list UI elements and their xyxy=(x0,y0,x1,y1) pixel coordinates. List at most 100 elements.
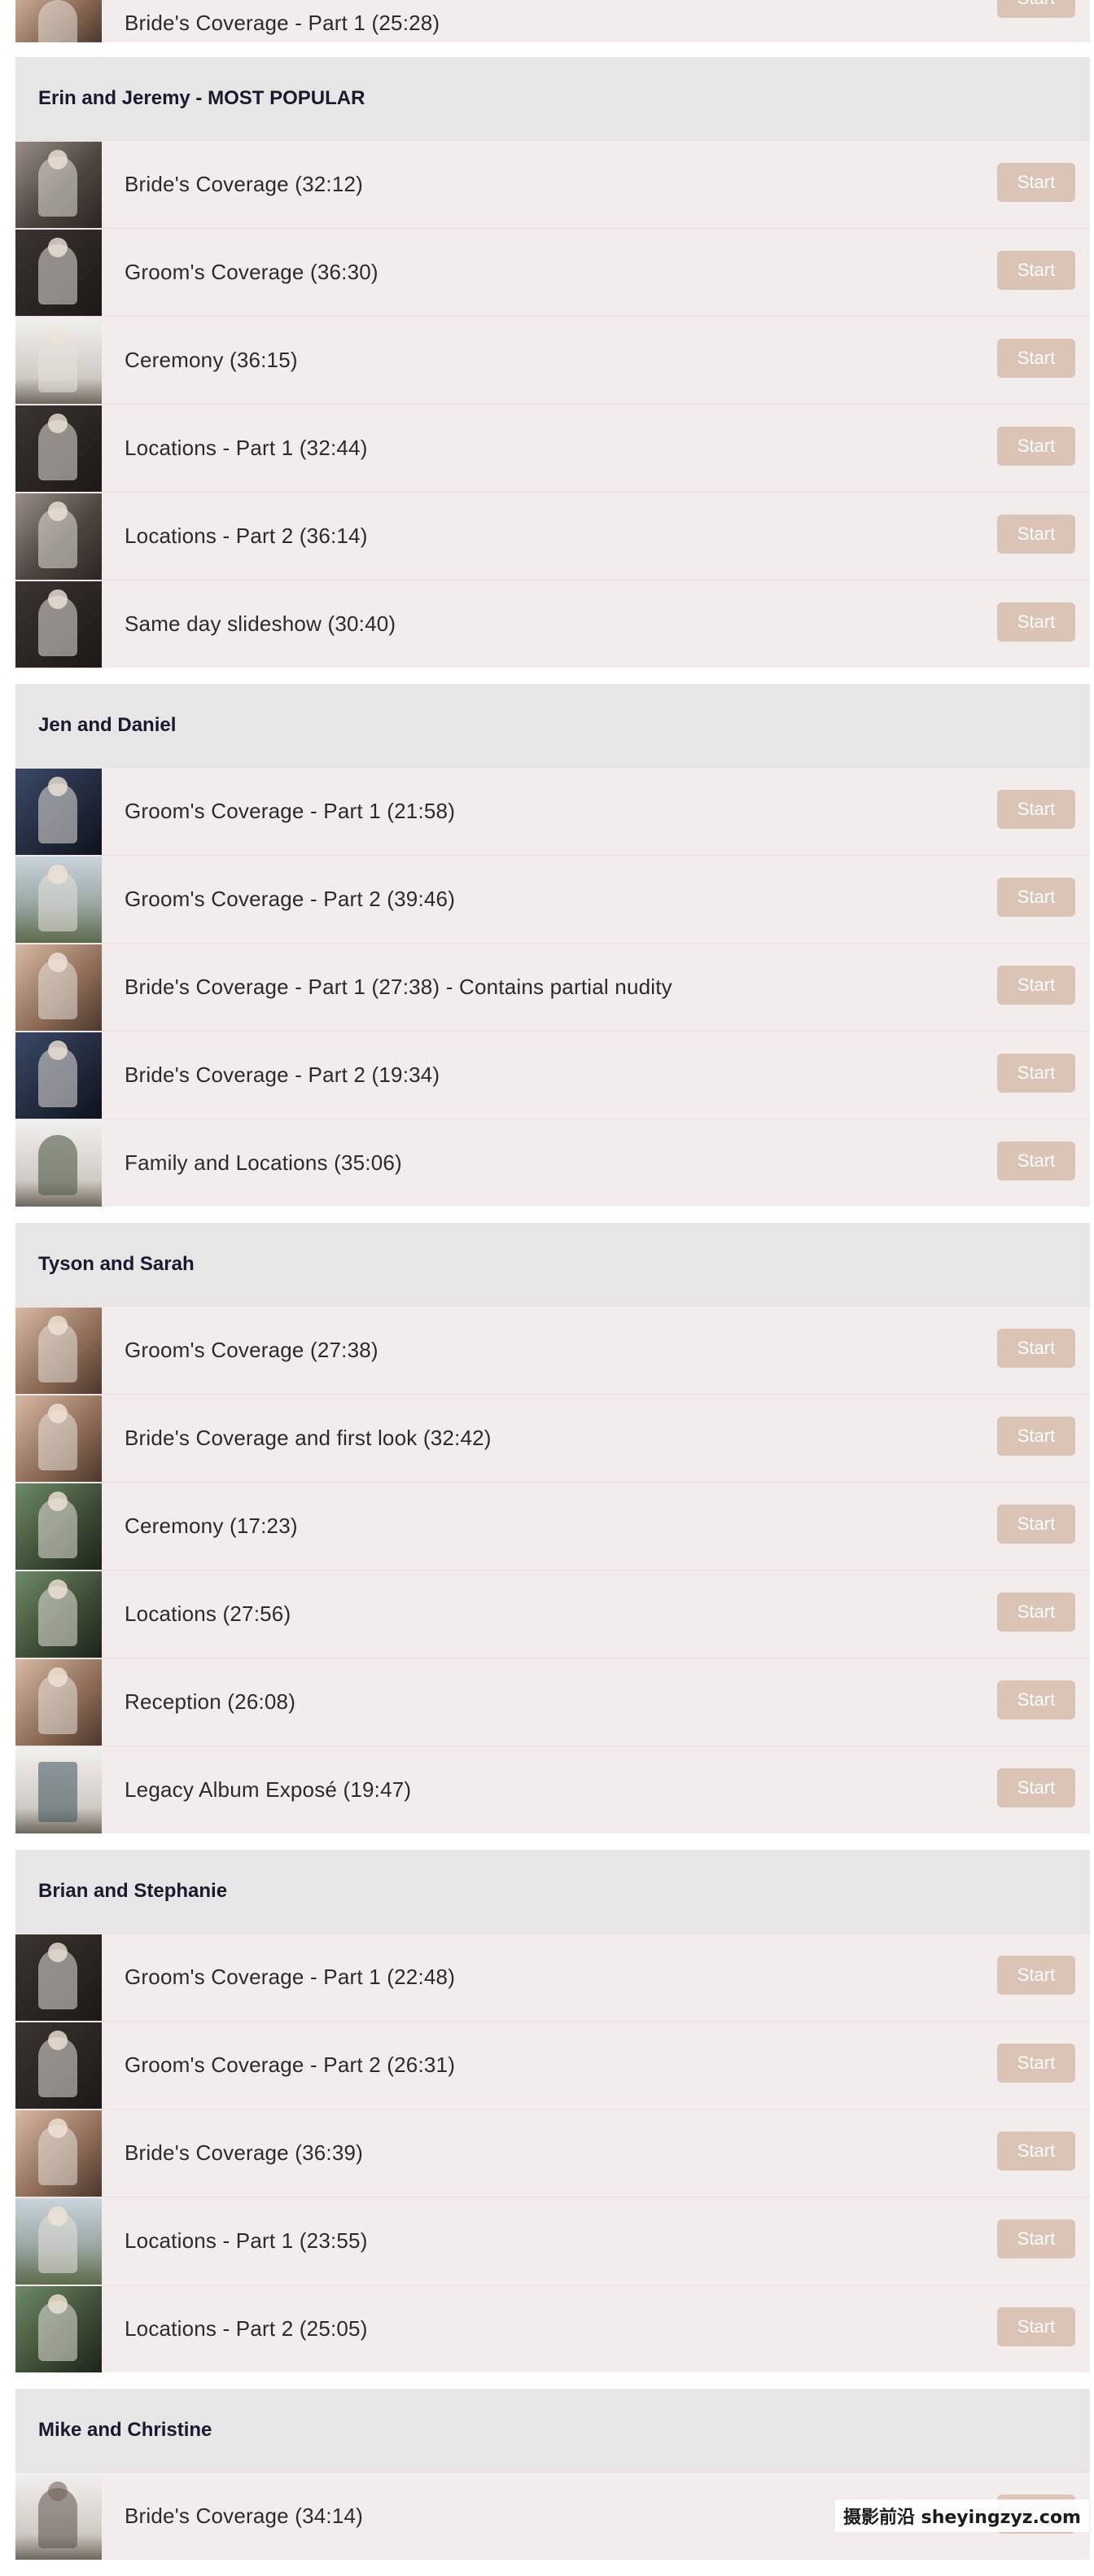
video-thumbnail[interactable] xyxy=(15,1032,102,1119)
video-thumbnail[interactable] xyxy=(15,1483,102,1570)
start-button[interactable]: Start xyxy=(997,163,1075,202)
start-button[interactable]: Start xyxy=(997,1417,1075,1456)
start-button[interactable]: Start xyxy=(997,339,1075,378)
video-row[interactable]: Same day slideshow (30:40) Start xyxy=(15,580,1090,668)
start-button[interactable]: Start xyxy=(997,1505,1075,1544)
video-row[interactable]: Locations - Part 2 (36:14) Start xyxy=(15,492,1090,580)
video-title[interactable]: Locations - Part 1 (32:44) xyxy=(125,436,1090,461)
video-thumbnail[interactable] xyxy=(15,2022,102,2109)
video-title[interactable]: Same day slideshow (30:40) xyxy=(125,611,1090,637)
start-button[interactable]: Start xyxy=(997,1141,1075,1181)
video-title[interactable]: Reception (26:08) xyxy=(125,1689,1090,1715)
video-title[interactable]: Bride's Coverage (36:39) xyxy=(125,2140,1090,2166)
video-title[interactable]: Groom's Coverage - Part 2 (39:46) xyxy=(125,887,1090,912)
start-button[interactable]: Start xyxy=(997,515,1075,554)
video-row[interactable]: Groom's Coverage (36:30) Start xyxy=(15,228,1090,316)
start-button[interactable]: Start xyxy=(997,1680,1075,1720)
video-title[interactable]: Groom's Coverage (36:30) xyxy=(125,260,1090,285)
video-thumbnail[interactable] xyxy=(15,0,102,42)
video-title[interactable]: Ceremony (17:23) xyxy=(125,1514,1090,1539)
video-thumbnail[interactable] xyxy=(15,229,102,316)
video-thumbnail[interactable] xyxy=(15,493,102,580)
start-button[interactable]: Start xyxy=(997,2219,1075,2258)
video-row[interactable]: Groom's Coverage - Part 1 (22:48) Start xyxy=(15,1933,1090,2021)
start-button[interactable]: Start xyxy=(997,1329,1075,1368)
video-thumbnail[interactable] xyxy=(15,2109,102,2197)
video-title[interactable]: Groom's Coverage - Part 2 (26:31) xyxy=(125,2052,1090,2078)
video-thumbnail[interactable] xyxy=(15,1395,102,1482)
video-list: Bride's Coverage - Part 1 (25:28) Start … xyxy=(15,0,1090,2576)
video-title[interactable]: Bride's Coverage - Part 1 (25:28) xyxy=(125,11,1090,36)
video-row[interactable]: Ceremony (36:15) Start xyxy=(15,316,1090,404)
start-button[interactable]: Start xyxy=(997,2044,1075,2083)
video-row[interactable]: Bride's Coverage (36:39) Start xyxy=(15,2109,1090,2197)
video-row[interactable]: Locations (27:56) Start xyxy=(15,1570,1090,1658)
section-title: Mike and Christine xyxy=(15,2389,1090,2472)
watermark: 摄影前沿 sheyingzyz.com xyxy=(834,2499,1089,2532)
video-row[interactable]: Groom's Coverage - Part 2 (39:46) Start xyxy=(15,855,1090,943)
video-title[interactable]: Bride's Coverage (32:12) xyxy=(125,172,1090,197)
video-title[interactable]: Locations - Part 1 (23:55) xyxy=(125,2228,1090,2254)
video-title[interactable]: Locations - Part 2 (36:14) xyxy=(125,524,1090,549)
video-thumbnail[interactable] xyxy=(15,856,102,943)
video-title[interactable]: Family and Locations (35:06) xyxy=(125,1150,1090,1176)
section-previous: Bride's Coverage - Part 1 (25:28) Start xyxy=(15,0,1090,42)
video-thumbnail[interactable] xyxy=(15,1658,102,1746)
start-button[interactable]: Start xyxy=(997,790,1075,829)
start-button[interactable]: Start xyxy=(997,966,1075,1005)
start-button[interactable]: Start xyxy=(997,1592,1075,1632)
video-row[interactable]: Ceremony (17:23) Start xyxy=(15,1482,1090,1570)
start-button[interactable]: Start xyxy=(997,0,1075,18)
video-row[interactable]: Groom's Coverage - Part 1 (21:58) Start xyxy=(15,767,1090,855)
video-thumbnail[interactable] xyxy=(15,2197,102,2285)
section-mike-and-christine: Mike and Christine Bride's Coverage (34:… xyxy=(15,2389,1090,2560)
video-title[interactable]: Groom's Coverage - Part 1 (21:58) xyxy=(125,799,1090,824)
video-row[interactable]: Bride's Coverage (32:12) Start xyxy=(15,140,1090,228)
video-thumbnail[interactable] xyxy=(15,1934,102,2021)
video-title[interactable]: Groom's Coverage (27:38) xyxy=(125,1338,1090,1363)
video-row[interactable]: Locations - Part 1 (32:44) Start xyxy=(15,404,1090,492)
video-thumbnail[interactable] xyxy=(15,1119,102,1207)
video-row[interactable]: Bride's Coverage - Part 2 (19:34) Start xyxy=(15,1031,1090,1119)
start-button[interactable]: Start xyxy=(997,1768,1075,1807)
video-title[interactable]: Locations - Part 2 (25:05) xyxy=(125,2316,1090,2342)
video-thumbnail[interactable] xyxy=(15,141,102,228)
video-row[interactable]: Bride's Coverage - Part 1 (25:28) Start xyxy=(15,0,1090,42)
start-button[interactable]: Start xyxy=(997,878,1075,917)
video-row[interactable]: Bride's Coverage and first look (32:42) … xyxy=(15,1394,1090,1482)
start-button[interactable]: Start xyxy=(997,1956,1075,1995)
video-thumbnail[interactable] xyxy=(15,405,102,492)
video-thumbnail[interactable] xyxy=(15,317,102,404)
section-title: Brian and Stephanie xyxy=(15,1850,1090,1933)
video-title[interactable]: Legacy Album Exposé (19:47) xyxy=(125,1777,1090,1803)
start-button[interactable]: Start xyxy=(997,2131,1075,2171)
video-row[interactable]: Reception (26:08) Start xyxy=(15,1658,1090,1746)
video-thumbnail[interactable] xyxy=(15,1307,102,1394)
video-title[interactable]: Bride's Coverage - Part 2 (19:34) xyxy=(125,1062,1090,1088)
video-thumbnail[interactable] xyxy=(15,2285,102,2372)
video-row[interactable]: Groom's Coverage (27:38) Start xyxy=(15,1306,1090,1394)
section-title: Jen and Daniel xyxy=(15,684,1090,767)
start-button[interactable]: Start xyxy=(997,602,1075,642)
video-title[interactable]: Locations (27:56) xyxy=(125,1601,1090,1627)
start-button[interactable]: Start xyxy=(997,427,1075,466)
video-title[interactable]: Ceremony (36:15) xyxy=(125,348,1090,373)
video-title[interactable]: Bride's Coverage - Part 1 (27:38) - Cont… xyxy=(125,975,1090,1000)
video-row[interactable]: Groom's Coverage - Part 2 (26:31) Start xyxy=(15,2021,1090,2109)
video-row[interactable]: Locations - Part 1 (23:55) Start xyxy=(15,2197,1090,2285)
video-title[interactable]: Bride's Coverage and first look (32:42) xyxy=(125,1426,1090,1451)
video-thumbnail[interactable] xyxy=(15,2473,102,2560)
video-row[interactable]: Legacy Album Exposé (19:47) Start xyxy=(15,1746,1090,1833)
start-button[interactable]: Start xyxy=(997,251,1075,290)
video-thumbnail[interactable] xyxy=(15,1571,102,1658)
video-title[interactable]: Groom's Coverage - Part 1 (22:48) xyxy=(125,1965,1090,1990)
start-button[interactable]: Start xyxy=(997,2307,1075,2346)
video-row[interactable]: Family and Locations (35:06) Start xyxy=(15,1119,1090,1207)
start-button[interactable]: Start xyxy=(997,1054,1075,1093)
video-thumbnail[interactable] xyxy=(15,580,102,668)
video-thumbnail[interactable] xyxy=(15,1746,102,1833)
video-thumbnail[interactable] xyxy=(15,768,102,855)
video-row[interactable]: Bride's Coverage - Part 1 (27:38) - Cont… xyxy=(15,943,1090,1031)
video-row[interactable]: Locations - Part 2 (25:05) Start xyxy=(15,2285,1090,2372)
video-thumbnail[interactable] xyxy=(15,944,102,1031)
